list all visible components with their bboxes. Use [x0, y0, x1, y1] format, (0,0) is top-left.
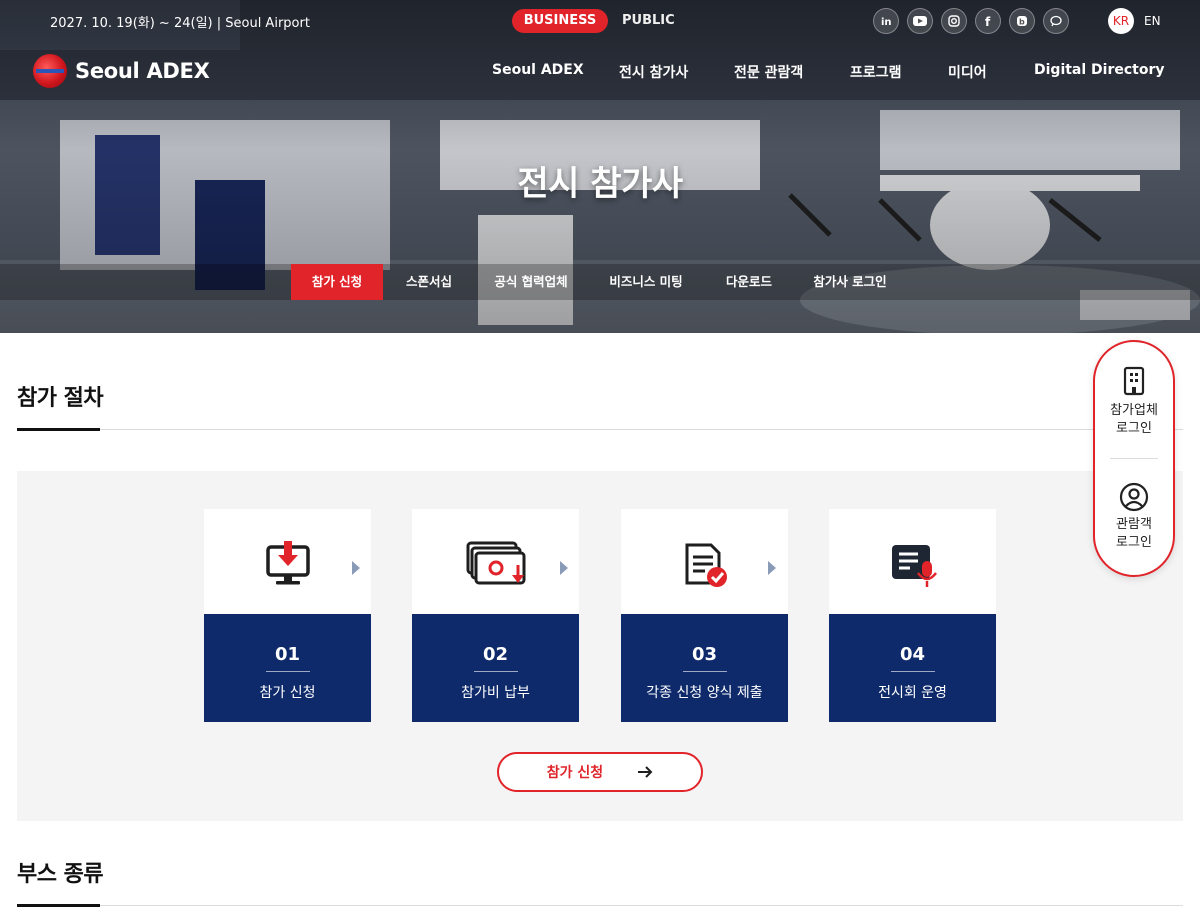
nav-item-exhibitors[interactable]: 전시 참가사 [619, 62, 688, 82]
social-links: in f b [873, 8, 1069, 34]
utility-bar: 2027. 10. 19(화) ~ 24(일) | Seoul Airport … [0, 8, 1200, 34]
event-date: 2027. 10. 19(화) ~ 24(일) | Seoul Airport [50, 16, 310, 31]
step-label: 전시회 운영 [878, 685, 947, 701]
subnav-sponsorship[interactable]: 스폰서십 [383, 264, 475, 300]
step-label: 참가비 납부 [461, 685, 530, 701]
procedure-title: 참가 절차 [17, 386, 104, 411]
step-number: 01 [274, 644, 301, 665]
site-logo[interactable]: Seoul ADEX [33, 54, 210, 88]
language-switch: KR EN [1108, 8, 1161, 34]
subnav-apply[interactable]: 참가 신청 [291, 264, 383, 300]
public-tab[interactable]: PUBLIC [622, 9, 675, 33]
logo-text: Seoul ADEX [75, 59, 210, 83]
visitor-login-line2: 로그인 [1116, 535, 1152, 550]
visitor-login-button[interactable]: 관람객 로그인 [1095, 482, 1173, 552]
monitor-download-icon [265, 541, 310, 585]
booth-divider [17, 904, 1183, 907]
step-number: 03 [691, 644, 718, 665]
step-arrow-icon [768, 561, 776, 575]
banknote-icon [466, 541, 525, 585]
sub-nav: 참가 신청 스폰서십 공식 협력업체 비즈니스 미팅 다운로드 참가사 로그인 [0, 264, 1200, 300]
svg-text:in: in [881, 17, 892, 27]
user-circle-icon [1119, 482, 1149, 512]
step-number: 02 [482, 644, 509, 665]
linkedin-icon[interactable]: in [873, 8, 899, 34]
exhibitor-login-line2: 로그인 [1116, 421, 1152, 436]
facebook-icon[interactable]: f [975, 8, 1001, 34]
booth-types-title: 부스 종류 [17, 862, 104, 887]
blog-icon[interactable]: b [1009, 8, 1035, 34]
subnav-business-meeting[interactable]: 비즈니스 미팅 [596, 264, 696, 300]
instagram-icon[interactable] [941, 8, 967, 34]
step-arrow-icon [560, 561, 568, 575]
youtube-icon[interactable] [907, 8, 933, 34]
nav-item-digital-directory[interactable]: Digital Directory [1034, 62, 1165, 78]
exhibitor-login-button[interactable]: 참가업체 로그인 [1095, 366, 1173, 438]
subnav-download[interactable]: 다운로드 [707, 264, 791, 300]
apply-button[interactable]: 참가 신청 [497, 752, 703, 792]
step-number: 04 [899, 644, 926, 665]
page-title: 전시 참가사 [517, 164, 683, 204]
nav-item-seoul-adex[interactable]: Seoul ADEX [492, 62, 584, 78]
lang-kr[interactable]: KR [1108, 8, 1134, 34]
step-card: 03 각종 신청 양식 제출 [621, 509, 788, 722]
step-arrow-icon [352, 561, 360, 575]
procedure-divider [17, 428, 1183, 431]
step-card: 04 전시회 운영 [829, 509, 996, 722]
step-card: 02 참가비 납부 [412, 509, 579, 722]
document-check-icon [685, 543, 727, 587]
svg-text:f: f [985, 15, 991, 27]
svg-text:b: b [1019, 18, 1025, 27]
note-mic-icon [891, 545, 937, 587]
nav-item-visitors[interactable]: 전문 관람객 [734, 62, 803, 82]
subnav-exhibitor-login[interactable]: 참가사 로그인 [800, 264, 900, 300]
quick-login-panel: 참가업체 로그인 관람객 로그인 [1093, 340, 1175, 577]
subnav-partners[interactable]: 공식 협력업체 [478, 264, 584, 300]
building-icon [1123, 366, 1145, 396]
step-card: 01 참가 신청 [204, 509, 371, 722]
talk-icon[interactable] [1043, 8, 1069, 34]
apply-button-label: 참가 신청 [546, 765, 604, 781]
step-label: 참가 신청 [259, 685, 316, 701]
visitor-login-line1: 관람객 [1116, 517, 1152, 532]
arrow-right-icon [638, 766, 653, 778]
step-label: 각종 신청 양식 제출 [646, 685, 763, 701]
hero-banner: 2027. 10. 19(화) ~ 24(일) | Seoul Airport … [0, 0, 1200, 333]
business-tab[interactable]: BUSINESS [512, 9, 608, 33]
lang-en[interactable]: EN [1140, 14, 1161, 28]
panel-divider [1110, 458, 1158, 459]
exhibitor-login-line1: 참가업체 [1110, 403, 1158, 418]
nav-item-program[interactable]: 프로그램 [850, 62, 902, 82]
audience-toggle[interactable]: BUSINESS PUBLIC [512, 9, 688, 33]
nav-item-media[interactable]: 미디어 [948, 62, 987, 82]
globe-logo-icon [33, 54, 67, 88]
